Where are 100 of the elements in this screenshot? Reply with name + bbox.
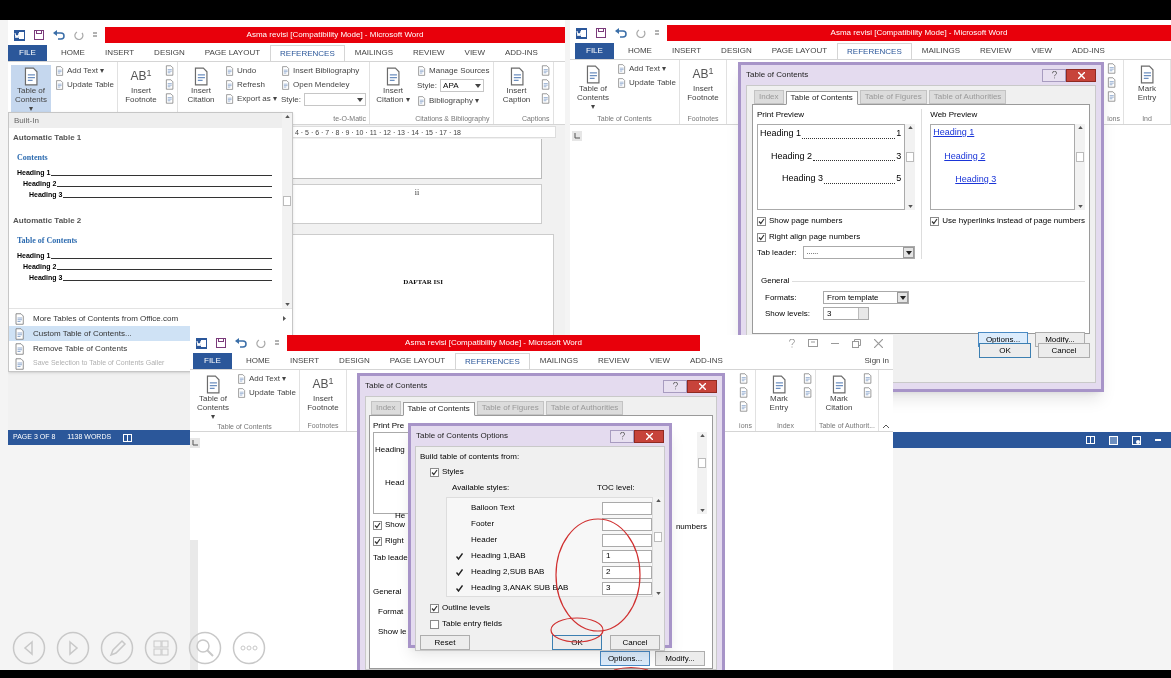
- ribbon-tab[interactable]: MAILINGS: [911, 43, 970, 59]
- show-levels-spinner[interactable]: 3: [823, 307, 869, 320]
- style-dropdown[interactable]: [304, 93, 367, 106]
- ribbon-button[interactable]: AB$^{1}$ Insert Footnote: [683, 63, 723, 103]
- document-icon[interactable]: [165, 65, 174, 76]
- customize-icon[interactable]: [275, 339, 279, 347]
- ribbon-tab[interactable]: ADD-INS: [680, 353, 733, 369]
- ribbon-tab[interactable]: FILE: [575, 43, 614, 59]
- ribbon-button[interactable]: Update Table: [55, 79, 114, 90]
- ribbon-tab[interactable]: ADD-INS: [495, 45, 548, 61]
- dialog-button[interactable]: OK: [979, 343, 1031, 358]
- document-icon[interactable]: [739, 387, 749, 398]
- ribbon-tab[interactable]: INSERT: [661, 43, 712, 59]
- undo-icon[interactable]: [235, 338, 247, 348]
- customize-icon[interactable]: [93, 31, 97, 39]
- word-app-icon[interactable]: [196, 337, 207, 349]
- ribbon-button[interactable]: Table of Contents ▾: [193, 373, 233, 422]
- ribbon-button[interactable]: AB$^{1}$ Insert Footnote: [121, 65, 161, 105]
- scroll-down-arrow-icon[interactable]: [1077, 205, 1083, 208]
- document-icon[interactable]: [540, 79, 550, 90]
- checkbox[interactable]: [757, 216, 766, 226]
- ribbon-tab[interactable]: REFERENCES: [270, 45, 345, 61]
- ribbon-button[interactable]: Insert Citation: [181, 65, 221, 105]
- ribbon-button[interactable]: Add Text ▾: [237, 373, 296, 384]
- style-row[interactable]: Heading 1,BAB 1: [447, 548, 652, 564]
- toc-level-field[interactable]: [602, 501, 652, 515]
- ribbon-tab[interactable]: HOME: [50, 45, 95, 61]
- dialog-button[interactable]: Reset: [420, 635, 470, 650]
- checkbox[interactable]: [430, 619, 439, 629]
- ribbon-tab[interactable]: MAILINGS: [529, 353, 588, 369]
- web-layout-icon[interactable]: [1132, 435, 1141, 445]
- checkbox[interactable]: [430, 467, 439, 477]
- document-icon[interactable]: [165, 93, 174, 104]
- checkbox[interactable]: [373, 520, 382, 530]
- document-icon[interactable]: [165, 79, 174, 90]
- ribbon-display-icon[interactable]: [808, 339, 818, 347]
- document-icon[interactable]: [739, 401, 749, 412]
- ribbon-tab[interactable]: VIEW: [639, 353, 680, 369]
- checkbox[interactable]: [373, 536, 382, 546]
- help-icon[interactable]: [789, 338, 795, 348]
- toc-level-field[interactable]: [602, 517, 652, 531]
- ribbon-tab[interactable]: FILE: [193, 353, 232, 369]
- document-icon[interactable]: [862, 387, 872, 398]
- redo-icon[interactable]: [636, 28, 646, 38]
- ribbon-button[interactable]: Export as ▾: [225, 93, 277, 104]
- ribbon-tab[interactable]: FILE: [8, 45, 47, 61]
- ribbon-tab[interactable]: DESIGN: [711, 43, 762, 59]
- toc-level-field[interactable]: 2: [602, 565, 652, 579]
- document-icon[interactable]: [540, 93, 550, 104]
- ribbon-button[interactable]: Mark Citation: [818, 373, 859, 413]
- preview-link[interactable]: Heading 3: [955, 173, 997, 187]
- document-icon[interactable]: [802, 373, 812, 384]
- pen-button[interactable]: [100, 631, 134, 665]
- scrollbar-thumb[interactable]: [698, 458, 706, 468]
- ribbon-tab[interactable]: HOME: [235, 353, 280, 369]
- style-row[interactable]: Footer: [447, 516, 652, 532]
- ribbon-button[interactable]: Table of Contents ▾: [11, 65, 51, 114]
- ribbon-tab[interactable]: REVIEW: [403, 45, 455, 61]
- scroll-up-arrow-icon[interactable]: [284, 115, 290, 118]
- ribbon-tab[interactable]: INSERT: [279, 353, 330, 369]
- ribbon-button[interactable]: Insert Bibliography: [281, 65, 367, 76]
- scroll-up-arrow-icon[interactable]: [699, 434, 705, 437]
- ribbon-button[interactable]: Table of Contents ▾: [573, 63, 613, 112]
- style-dropdown[interactable]: APA: [440, 79, 485, 92]
- ribbon-button[interactable]: Mark Entry: [758, 373, 799, 413]
- formats-dropdown[interactable]: From template: [823, 291, 909, 304]
- ribbon-button[interactable]: Add Text ▾: [55, 65, 114, 76]
- scroll-up-arrow-icon[interactable]: [907, 126, 913, 129]
- style-row[interactable]: Heading 3,ANAK SUB BAB 3: [447, 580, 652, 596]
- close-button[interactable]: [687, 379, 717, 393]
- close-button[interactable]: [1066, 68, 1096, 82]
- document-icon[interactable]: [802, 387, 812, 398]
- menu-item[interactable]: Custom Table of Contents...: [9, 326, 190, 341]
- ribbon-tab[interactable]: ADD-INS: [1062, 43, 1115, 59]
- previous-button[interactable]: [12, 631, 46, 665]
- save-icon[interactable]: [596, 28, 606, 38]
- ribbon-tab[interactable]: PAGE LAYOUT: [194, 45, 271, 61]
- tab-stop-icon[interactable]: [572, 131, 582, 141]
- scroll-up-arrow-icon[interactable]: [1077, 126, 1083, 129]
- ribbon-tab[interactable]: REFERENCES: [837, 43, 912, 59]
- toc-level-field[interactable]: 3: [602, 581, 652, 595]
- read-mode-icon[interactable]: [123, 433, 133, 442]
- scrollbar[interactable]: [697, 432, 707, 514]
- ribbon-button[interactable]: Bibliography ▾: [417, 95, 490, 106]
- ribbon-button[interactable]: Insert Citation ▾: [373, 65, 414, 105]
- scrollbar[interactable]: [282, 113, 292, 308]
- ribbon-button[interactable]: Insert Caption: [496, 65, 537, 105]
- checkbox[interactable]: [930, 216, 940, 226]
- ribbon-tab[interactable]: DESIGN: [144, 45, 195, 61]
- dialog-button[interactable]: Modify...: [655, 651, 705, 666]
- more-button[interactable]: [232, 631, 266, 665]
- style-row[interactable]: Balloon Text: [447, 500, 652, 516]
- zoom-button[interactable]: [188, 631, 222, 665]
- scrollbar-thumb[interactable]: [1076, 152, 1084, 162]
- tab-stop-icon[interactable]: [190, 438, 200, 448]
- toc-level-field[interactable]: 1: [602, 549, 652, 563]
- scrollbar-thumb[interactable]: [283, 195, 291, 206]
- redo-icon[interactable]: [74, 30, 84, 40]
- read-mode-icon[interactable]: [1086, 436, 1095, 444]
- ribbon-button[interactable]: Update Table: [237, 387, 296, 398]
